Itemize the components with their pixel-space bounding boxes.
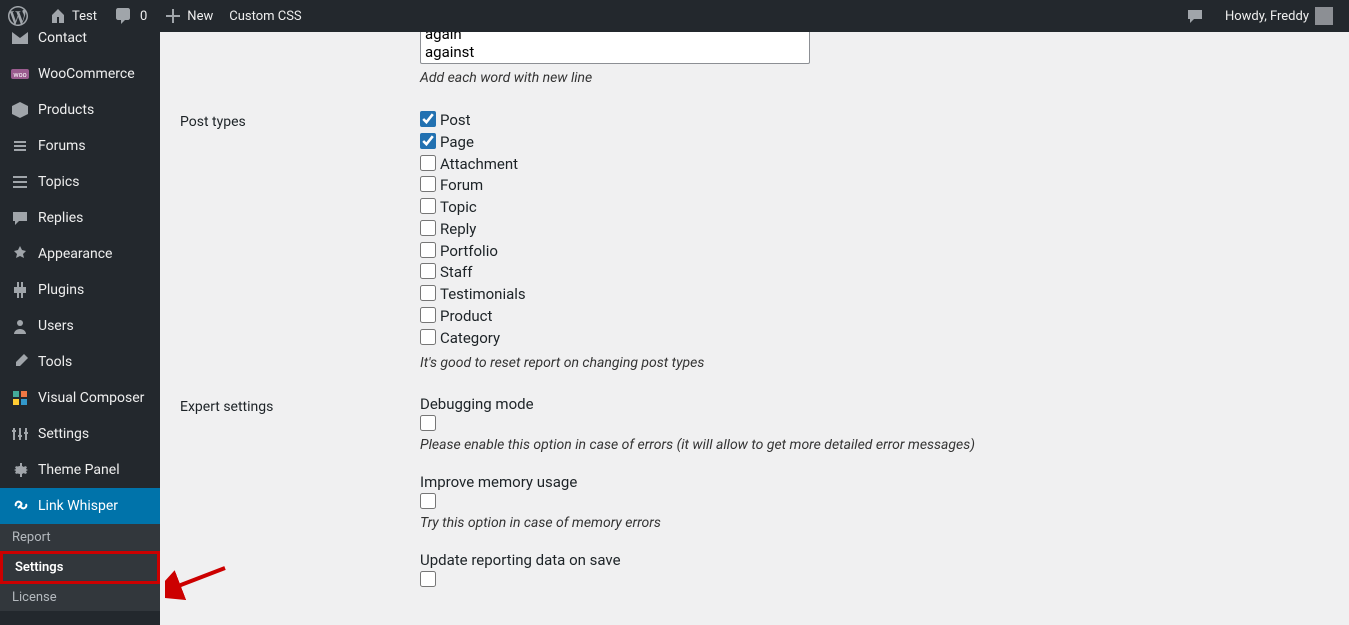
woocommerce-icon: woo	[10, 64, 30, 84]
admin-sidebar: Contact woo WooCommerce Products Forums …	[0, 32, 160, 625]
sidebar-item-theme-panel[interactable]: Theme Panel	[0, 452, 160, 488]
expert-option-title: Debugging mode	[420, 395, 1329, 413]
howdy-text: Howdy, Freddy	[1225, 9, 1309, 24]
sidebar-item-appearance[interactable]: Appearance	[0, 236, 160, 272]
post-type-checkbox[interactable]	[420, 111, 436, 127]
submenu-report[interactable]: Report	[0, 524, 160, 551]
sidebar-item-tools[interactable]: Tools	[0, 344, 160, 380]
products-icon	[10, 100, 30, 120]
link-whisper-submenu: Report Settings License	[0, 524, 160, 611]
main-content: againagainst Add each word with new line…	[160, 32, 1349, 625]
expert-option-help: Please enable this option in case of err…	[420, 437, 1329, 453]
sidebar-item-users[interactable]: Users	[0, 308, 160, 344]
replies-icon	[10, 208, 30, 228]
expert-option-checkbox[interactable]	[420, 415, 436, 431]
sidebar-item-contact[interactable]: Contact	[0, 32, 160, 56]
sidebar-item-replies[interactable]: Replies	[0, 200, 160, 236]
words-select[interactable]: againagainst	[420, 32, 810, 64]
svg-text:woo: woo	[13, 71, 26, 79]
contact-icon	[10, 32, 30, 48]
comment-icon	[113, 6, 133, 26]
home-icon	[48, 6, 68, 26]
users-icon	[10, 316, 30, 336]
expert-option-help: Try this option in case of memory errors	[420, 515, 1329, 531]
sidebar-item-plugins[interactable]: Plugins	[0, 272, 160, 308]
wp-logo[interactable]	[0, 0, 40, 32]
sidebar-item-products[interactable]: Products	[0, 92, 160, 128]
notification-link[interactable]	[1177, 0, 1217, 32]
word-option[interactable]: against	[421, 43, 809, 61]
post-types-help: It's good to reset report on changing po…	[420, 355, 1329, 371]
site-home-link[interactable]: Test	[40, 0, 105, 32]
sidebar-item-topics[interactable]: Topics	[0, 164, 160, 200]
account-link[interactable]: Howdy, Freddy	[1217, 0, 1341, 32]
post-type-option[interactable]: Page	[420, 132, 1329, 154]
post-types-list: PostPageAttachmentForumTopicReplyPortfol…	[420, 110, 1329, 349]
post-type-checkbox[interactable]	[420, 285, 436, 301]
post-type-option[interactable]: Category	[420, 328, 1329, 350]
sidebar-item-woocommerce[interactable]: woo WooCommerce	[0, 56, 160, 92]
settings-icon	[10, 424, 30, 444]
post-type-option[interactable]: Portfolio	[420, 241, 1329, 263]
post-type-option[interactable]: Forum	[420, 175, 1329, 197]
post-type-checkbox[interactable]	[420, 133, 436, 149]
appearance-icon	[10, 244, 30, 264]
expert-option: Update reporting data on save	[420, 551, 1329, 591]
sidebar-item-link-whisper[interactable]: Link Whisper	[0, 488, 160, 524]
visual-composer-icon	[10, 388, 30, 408]
word-option[interactable]: again	[421, 32, 809, 43]
topics-icon	[10, 172, 30, 192]
speech-icon	[1185, 6, 1205, 26]
post-type-checkbox[interactable]	[420, 329, 436, 345]
avatar	[1315, 7, 1333, 25]
post-type-checkbox[interactable]	[420, 307, 436, 323]
submenu-license[interactable]: License	[0, 584, 160, 611]
expert-settings-label: Expert settings	[180, 395, 420, 415]
tools-icon	[10, 352, 30, 372]
wordpress-icon	[8, 6, 28, 26]
admin-bar: Test 0 New Custom CSS Howdy, Freddy	[0, 0, 1349, 32]
submenu-settings[interactable]: Settings	[0, 551, 160, 584]
comments-link[interactable]: 0	[105, 0, 155, 32]
expert-option-checkbox[interactable]	[420, 571, 436, 587]
new-content-link[interactable]: New	[155, 0, 221, 32]
post-type-option[interactable]: Reply	[420, 219, 1329, 241]
link-whisper-icon	[10, 496, 30, 516]
post-type-option[interactable]: Topic	[420, 197, 1329, 219]
new-label: New	[187, 9, 213, 24]
site-name: Test	[72, 9, 97, 24]
post-type-option[interactable]: Attachment	[420, 154, 1329, 176]
sidebar-item-settings[interactable]: Settings	[0, 416, 160, 452]
expert-option: Improve memory usage Try this option in c…	[420, 473, 1329, 531]
post-type-checkbox[interactable]	[420, 242, 436, 258]
post-type-checkbox[interactable]	[420, 176, 436, 192]
words-help: Add each word with new line	[420, 70, 1329, 86]
post-types-label: Post types	[180, 110, 420, 130]
expert-option-checkbox[interactable]	[420, 493, 436, 509]
sidebar-item-visual-composer[interactable]: Visual Composer	[0, 380, 160, 416]
custom-css-link[interactable]: Custom CSS	[221, 0, 309, 32]
plus-icon	[163, 6, 183, 26]
comments-count: 0	[140, 9, 147, 24]
plugins-icon	[10, 280, 30, 300]
gear-icon	[10, 460, 30, 480]
forums-icon	[10, 136, 30, 156]
post-type-checkbox[interactable]	[420, 155, 436, 171]
post-type-option[interactable]: Staff	[420, 262, 1329, 284]
sidebar-item-forums[interactable]: Forums	[0, 128, 160, 164]
post-type-option[interactable]: Testimonials	[420, 284, 1329, 306]
post-type-checkbox[interactable]	[420, 263, 436, 279]
expert-option-title: Update reporting data on save	[420, 551, 1329, 569]
post-type-checkbox[interactable]	[420, 220, 436, 236]
expert-option-title: Improve memory usage	[420, 473, 1329, 491]
expert-option: Debugging mode Please enable this option …	[420, 395, 1329, 453]
post-type-option[interactable]: Product	[420, 306, 1329, 328]
post-type-checkbox[interactable]	[420, 198, 436, 214]
post-type-option[interactable]: Post	[420, 110, 1329, 132]
